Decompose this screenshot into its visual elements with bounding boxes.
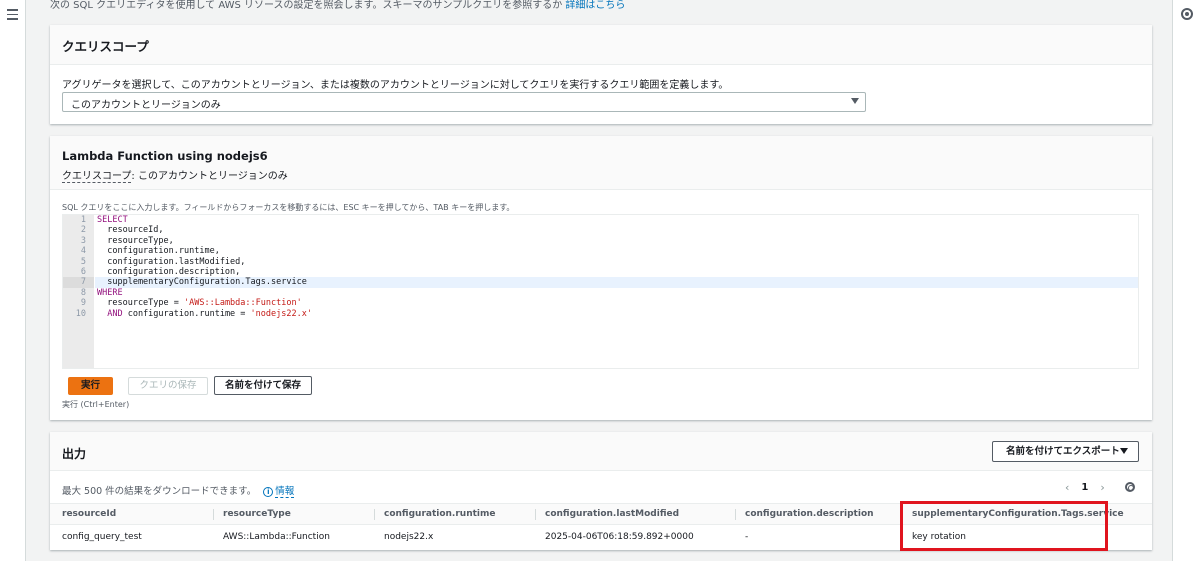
results-toolbar: 最大 500 件の結果をダウンロードできます。 i 情報 ‹ 1 › xyxy=(50,470,1152,504)
scope-select[interactable]: このアカウントとリージョンのみ xyxy=(62,92,866,112)
query-scope-line: クエリスコープ: このアカウントとリージョンのみ xyxy=(62,167,1140,183)
code-line: resourceId, xyxy=(97,225,164,236)
code-line: configuration.runtime, xyxy=(97,246,220,257)
line-number: 10 xyxy=(75,308,86,319)
table-cell: nodejs22.x xyxy=(384,532,434,542)
query-title: Lambda Function using nodejs6 xyxy=(62,149,268,163)
scope-description: アグリゲータを選択して、このアカウントとリージョン、または複数のアカウントとリー… xyxy=(62,80,729,91)
line-number: 1 xyxy=(80,215,86,225)
code-line-active: supplementaryConfiguration.Tags.service xyxy=(95,277,1138,288)
caret-down-icon xyxy=(851,98,859,104)
right-tools-rail xyxy=(1172,0,1200,561)
sql-keyword: AND xyxy=(97,308,123,319)
line-number: 6 xyxy=(80,266,86,277)
caret-down-icon xyxy=(1120,448,1128,454)
download-note-text: 最大 500 件の結果をダウンロードできます。 xyxy=(62,486,257,497)
highlight-annotation-box xyxy=(900,501,1108,551)
scope-label: クエリスコープ xyxy=(62,171,132,183)
line-number: 4 xyxy=(80,246,86,257)
line-number: 8 xyxy=(80,287,86,298)
export-label: 名前を付けてエクスポート xyxy=(1006,446,1120,457)
run-shortcut-hint: 実行 (Ctrl+Enter) xyxy=(62,400,130,409)
column-header[interactable]: configuration.runtime xyxy=(373,504,495,524)
query-panel-header: Lambda Function using nodejs6 クエリスコープ: こ… xyxy=(50,136,1152,190)
settings-icon[interactable] xyxy=(1181,8,1193,20)
editor-hint: SQL クエリをここに入力します。フィールドからフォーカスを移動するには、ESC… xyxy=(62,203,515,212)
code-area[interactable]: SELECT resourceId, resourceType, configu… xyxy=(95,215,1138,319)
column-header[interactable]: resourceId xyxy=(62,504,116,524)
line-number: 2 xyxy=(80,225,86,236)
gear-icon[interactable] xyxy=(1125,482,1135,492)
line-number: 9 xyxy=(80,298,86,309)
sql-keyword: WHERE xyxy=(97,287,123,298)
code-line: resourceType = 'AWS::Lambda::Function' xyxy=(95,298,1138,308)
line-number: 5 xyxy=(80,256,86,267)
sql-keyword: SELECT xyxy=(97,215,128,225)
table-cell: - xyxy=(745,532,749,542)
query-scope-panel: クエリスコープ アグリゲータを選択して、このアカウントとリージョン、または複数の… xyxy=(50,25,1152,124)
query-editor-panel: Lambda Function using nodejs6 クエリスコープ: こ… xyxy=(50,136,1152,420)
intro-note-text: 次の SQL クエリエディタを使用して AWS リソースの設定を照会します。スキ… xyxy=(50,0,563,11)
left-nav-rail xyxy=(0,0,26,561)
download-note: 最大 500 件の結果をダウンロードできます。 i 情報 xyxy=(62,483,295,498)
column-header[interactable]: configuration.lastModified xyxy=(534,504,679,524)
table-cell: AWS::Lambda::Function xyxy=(223,532,330,542)
column-header[interactable]: resourceType xyxy=(213,504,291,524)
current-page[interactable]: 1 xyxy=(1081,482,1088,493)
code-line: WHERE xyxy=(95,288,1138,298)
pagination: ‹ 1 › xyxy=(1065,481,1105,494)
line-number: 7 xyxy=(63,277,94,288)
hamburger-menu-icon[interactable] xyxy=(7,9,18,23)
info-icon[interactable]: i xyxy=(263,486,274,497)
intro-note: 次の SQL クエリエディタを使用して AWS リソースの設定を照会します。スキ… xyxy=(50,0,1160,11)
run-button[interactable]: 実行 xyxy=(68,377,113,395)
scope-value: : このアカウントとリージョンのみ xyxy=(131,171,288,182)
output-title: 出力 xyxy=(50,432,1152,470)
resource-id-link[interactable]: config_query_test xyxy=(62,525,142,549)
sql-editor[interactable]: 1 2 3 4 5 6 7 8 9 10 SELECT resourceId, … xyxy=(62,214,1139,369)
code-line: SELECT xyxy=(95,215,1138,225)
info-link[interactable]: 情報 xyxy=(275,486,295,498)
column-header[interactable]: configuration.description xyxy=(735,504,874,524)
line-number: 3 xyxy=(80,235,86,246)
save-query-button[interactable]: クエリの保存 xyxy=(128,377,208,395)
learn-more-link[interactable]: 詳細はこちら xyxy=(565,0,625,11)
scope-select-value: このアカウントとリージョンのみ xyxy=(71,100,221,111)
code-line: resourceType, xyxy=(97,235,174,246)
code-text: configuration.runtime = xyxy=(122,308,251,319)
line-number-gutter: 1 2 3 4 5 6 7 8 9 10 xyxy=(63,215,94,368)
sql-string: 'AWS::Lambda::Function' xyxy=(184,298,302,309)
panel-title: クエリスコープ xyxy=(50,25,1152,65)
sql-string: 'nodejs22.x' xyxy=(250,308,312,319)
code-text: resourceType = xyxy=(97,298,184,309)
table-cell: 2025-04-06T06:18:59.892+0000 xyxy=(545,532,694,542)
code-line: configuration.lastModified, xyxy=(97,256,246,267)
code-line: AND configuration.runtime = 'nodejs22.x' xyxy=(95,309,1138,319)
next-page-icon[interactable]: › xyxy=(1100,481,1104,494)
code-line: configuration.description, xyxy=(97,266,241,277)
save-as-button[interactable]: 名前を付けて保存 xyxy=(214,376,312,395)
previous-page-icon[interactable]: ‹ xyxy=(1065,481,1069,494)
export-as-button[interactable]: 名前を付けてエクスポート xyxy=(992,441,1139,462)
